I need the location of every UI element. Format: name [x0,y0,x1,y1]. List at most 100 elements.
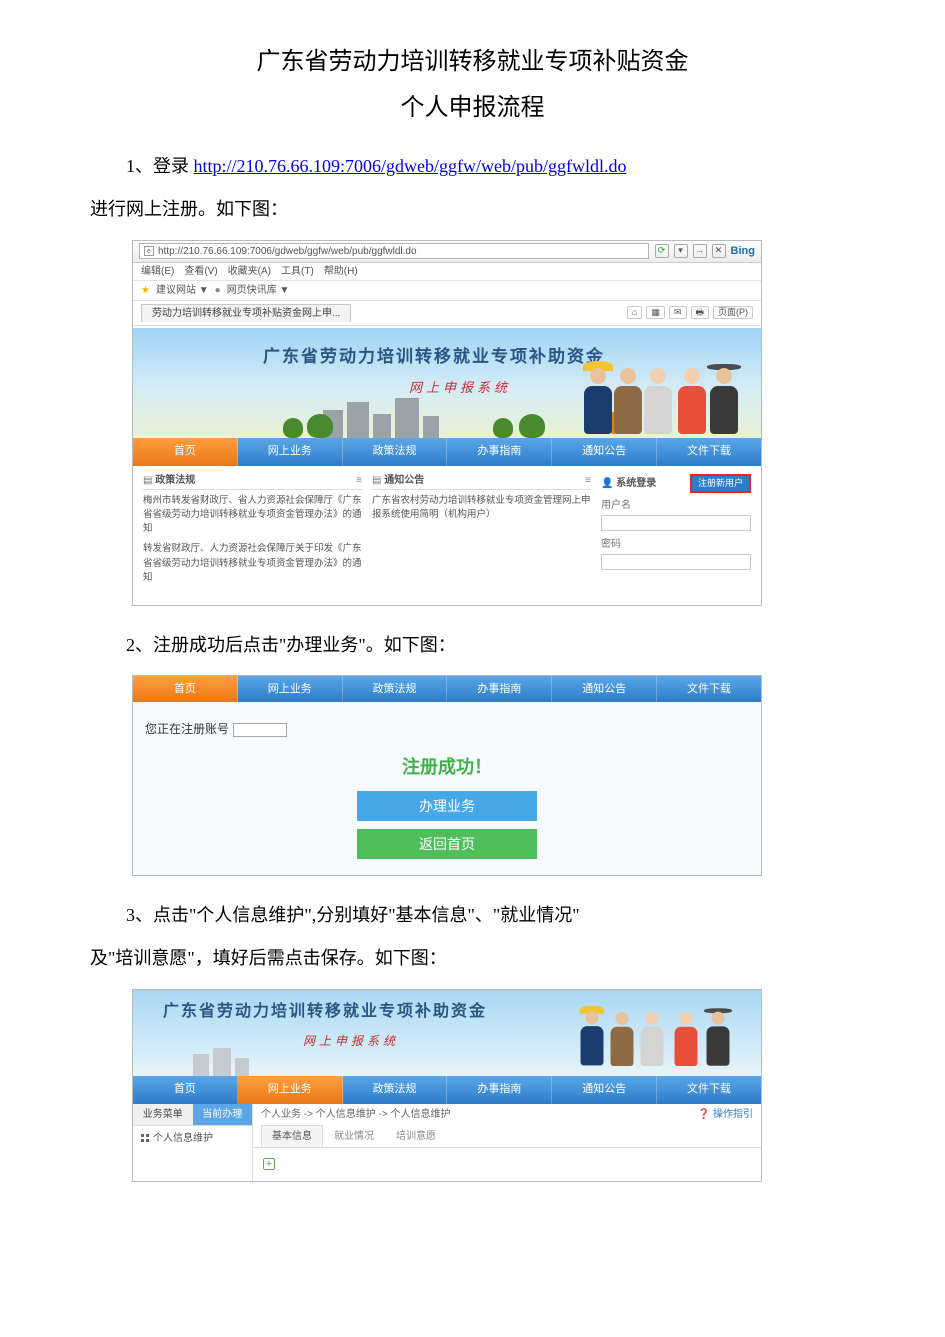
news-item-1[interactable]: 梅州市转发省财政厅、省人力资源社会保障厅《广东省省级劳动力培训转移就业专项资金管… [143,494,362,537]
screenshot-2: 首页 网上业务 政策法规 办事指南 通知公告 文件下载 您正在注册账号 注册成功… [132,675,762,876]
nav-online[interactable]: 网上业务 [238,1076,343,1104]
help-link[interactable]: ❓ 操作指引 [698,1108,753,1121]
login-url-link[interactable]: http://210.76.66.109:7006/gdweb/ggfw/web… [194,156,627,176]
nav-home[interactable]: 首页 [133,1076,238,1104]
policy-column: ▤ 政策法规 ≡ 梅州市转发省财政厅、省人力资源社会保障厅《广东省省级劳动力培训… [143,474,362,592]
feed-tool-icon[interactable]: ▦ [646,306,665,320]
search-go-icon[interactable]: → [693,244,707,258]
home-tool-icon[interactable]: ⌂ [627,306,642,320]
more-icon[interactable]: ≡ [585,474,591,487]
sidebar-item-personal-info[interactable]: 个人信息维护 [133,1126,252,1151]
nav-guide[interactable]: 办事指南 [447,1076,552,1104]
tab-training[interactable]: 培训意愿 [385,1125,447,1147]
title-line-1: 广东省劳动力培训转移就业专项补贴资金 [90,40,855,86]
menu-view[interactable]: 查看(V) [184,265,217,278]
nav-home[interactable]: 首页 [133,676,238,702]
close-icon[interactable]: ✕ [712,244,726,258]
success-message: 注册成功！ [133,756,761,779]
list-icon: ▤ [372,475,381,486]
nav-online[interactable]: 网上业务 [238,438,343,466]
login-panel: 👤 系统登录 注册新用户 用户名 密码 [601,474,751,592]
nav-guide[interactable]: 办事指南 [447,676,552,702]
login-title: 系统登录 [616,478,656,489]
fav-webslice[interactable]: 网页快讯库 ▼ [227,284,290,297]
help-label: 操作指引 [713,1109,753,1120]
password-input[interactable] [601,554,751,570]
dropdown-icon[interactable]: ▾ [674,244,688,258]
mail-tool-icon[interactable]: ✉ [669,306,687,320]
back-home-button[interactable]: 返回首页 [357,829,537,859]
banner-title: 广东省劳动力培训转移就业专项补助资金 [263,346,605,368]
register-label: 您正在注册账号 [145,722,229,738]
site-nav-2: 首页 网上业务 政策法规 办事指南 通知公告 文件下载 [133,676,761,702]
star-icon[interactable]: ★ [141,284,150,297]
tab-basic-info[interactable]: 基本信息 [261,1125,323,1147]
browser-tab[interactable]: 劳动力培训转移就业专项补贴资金网上申... [141,304,351,322]
refresh-icon[interactable]: ⟳ [655,244,669,258]
register-button[interactable]: 注册新用户 [690,474,751,494]
menu-edit[interactable]: 编辑(E) [141,265,174,278]
page-icon: e [144,246,154,256]
step-1-text: 1、登录 http://210.76.66.109:7006/gdweb/ggf… [90,145,855,188]
sidebar-tab-current[interactable]: 当前办理 [193,1104,253,1126]
nav-guide[interactable]: 办事指南 [447,438,552,466]
nav-notice[interactable]: 通知公告 [552,676,657,702]
notice-header: 通知公告 [384,475,424,486]
nav-download[interactable]: 文件下载 [657,438,761,466]
site-banner-3: 广东省劳动力培训转移就业专项补助资金 网上申报系统 [133,990,761,1076]
menu-fav[interactable]: 收藏夹(A) [228,265,271,278]
favorites-bar: ★ 建议网站 ▼ ● 网页快讯库 ▼ [133,281,761,301]
grid-icon [141,1134,149,1142]
screenshot-3: 广东省劳动力培训转移就业专项补助资金 网上申报系统 首页 网上业务 政策法规 办… [132,989,762,1182]
news-item-3[interactable]: 广东省农村劳动力培训转移就业专项资金管理网上申报系统使用简明（机构用户） [372,494,591,523]
tab-employment[interactable]: 就业情况 [323,1125,385,1147]
nav-home[interactable]: 首页 [133,438,238,466]
policy-header: 政策法规 [155,475,195,486]
people-graphic [575,994,755,1072]
step-1-prefix: 1、登录 [126,156,194,176]
site-banner: 广东省劳动力培训转移就业专项补助资金 网上申报系统 [133,326,761,438]
site-nav-3: 首页 网上业务 政策法规 办事指南 通知公告 文件下载 [133,1076,761,1104]
handle-business-button[interactable]: 办理业务 [357,791,537,821]
nav-notice[interactable]: 通知公告 [552,438,657,466]
username-label: 用户名 [601,499,751,512]
add-icon[interactable]: + [263,1158,275,1170]
step-3-text-b: 及"培训意愿"，填好后需点击保存。如下图： [90,937,855,980]
breadcrumb: 个人业务 -> 个人信息维护 -> 个人信息维护 [261,1108,450,1121]
site-nav: 首页 网上业务 政策法规 办事指南 通知公告 文件下载 [133,438,761,466]
username-input[interactable] [601,515,751,531]
nav-download[interactable]: 文件下载 [657,676,761,702]
account-field[interactable] [233,723,287,737]
nav-policy[interactable]: 政策法规 [343,1076,448,1104]
news-item-2[interactable]: 转发省财政厅、人力资源社会保障厅关于印发《广东省省级劳动力培训转移就业专项资金管… [143,542,362,585]
help-icon: ❓ [698,1109,710,1120]
step-3-text-a: 3、点击"个人信息维护",分别填好"基本信息"、"就业情况" [90,894,855,937]
password-label: 密码 [601,538,751,551]
user-icon: 👤 [601,478,613,489]
fav-suggested[interactable]: 建议网站 ▼ [156,284,209,297]
bullet-icon: ● [215,284,221,297]
sidebar: 业务菜单 当前办理 个人信息维护 [133,1104,253,1181]
skyline-graphic [193,1048,393,1076]
url-text: http://210.76.66.109:7006/gdweb/ggfw/web… [158,245,417,258]
sidebar-tab-menu[interactable]: 业务菜单 [133,1104,193,1126]
banner-subtitle: 网上申报系统 [303,1034,399,1050]
more-icon[interactable]: ≡ [356,474,362,487]
nav-policy[interactable]: 政策法规 [343,676,448,702]
banner-title: 广东省劳动力培训转移就业专项补助资金 [163,1002,487,1023]
title-line-2: 个人申报流程 [90,86,855,132]
nav-notice[interactable]: 通知公告 [552,1076,657,1104]
menu-help[interactable]: 帮助(H) [324,265,358,278]
page-tool[interactable]: 页面(P) [713,306,753,320]
nav-online[interactable]: 网上业务 [238,676,343,702]
screenshot-1: e http://210.76.66.109:7006/gdweb/ggfw/w… [132,240,762,607]
print-tool-icon[interactable]: 🖶 [691,306,710,320]
menu-tools[interactable]: 工具(T) [281,265,314,278]
page-tools: ⌂ ▦ ✉ 🖶 页面(P) [627,306,753,320]
url-field[interactable]: e http://210.76.66.109:7006/gdweb/ggfw/w… [139,243,649,259]
nav-download[interactable]: 文件下载 [657,1076,761,1104]
sidebar-item-label: 个人信息维护 [153,1133,213,1144]
nav-policy[interactable]: 政策法规 [343,438,448,466]
people-graphic [581,334,751,434]
browser-menu-bar: 编辑(E) 查看(V) 收藏夹(A) 工具(T) 帮助(H) [133,263,761,281]
